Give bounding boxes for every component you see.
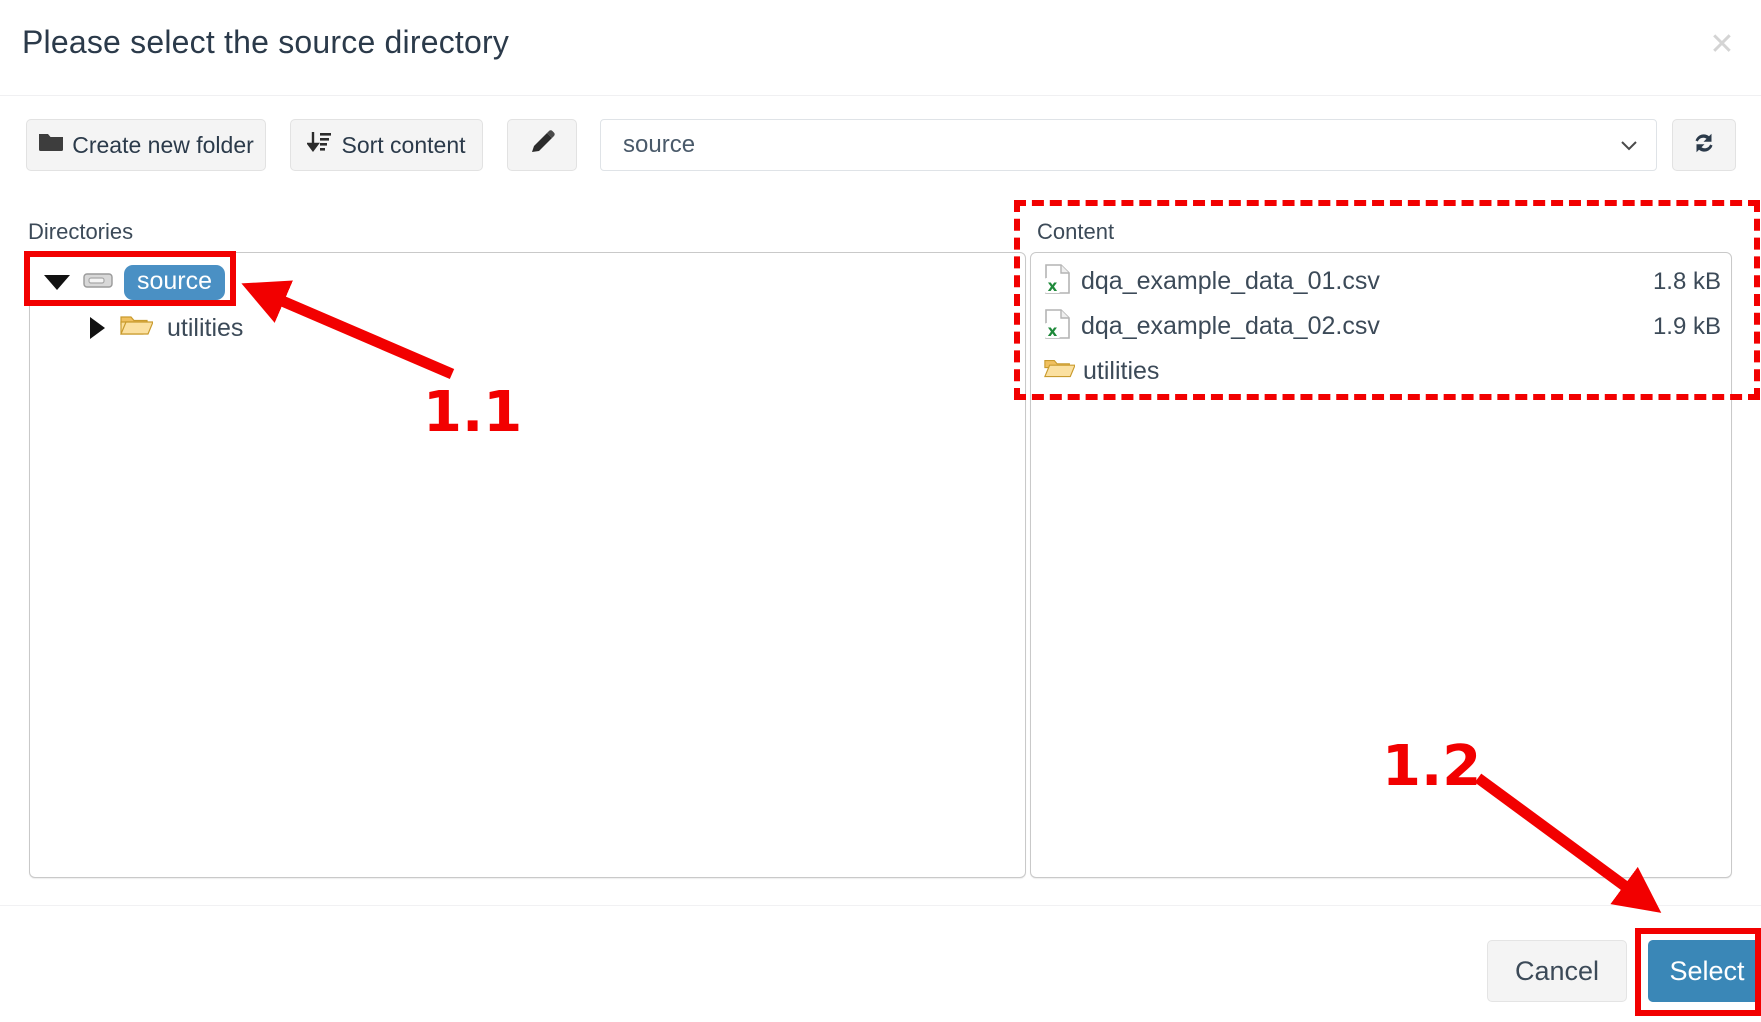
tree-node-utilities-label: utilities [167,313,244,342]
triangle-down-icon[interactable] [44,274,70,290]
directories-panel: source utilities [29,252,1026,878]
svg-text:x: x [1048,277,1058,295]
triangle-right-icon[interactable] [90,317,105,339]
tree-node-source-label: source [124,264,226,300]
refresh-icon [1689,128,1719,163]
footer-divider [0,905,1761,906]
chevron-down-icon[interactable] [1618,134,1640,156]
create-new-folder-button[interactable]: Create new folder [26,119,266,171]
file-name: dqa_example_data_02.csv [1081,312,1380,340]
content-list: x dqa_example_data_01.csv 1.8 kB x dqa_e… [1031,253,1731,394]
file-size: 1.8 kB [1652,267,1721,295]
folder-open-icon [1043,355,1076,388]
tree-node-utilities[interactable]: utilities [30,305,1025,351]
file-size: 1.9 kB [1652,312,1721,340]
file-chooser-dialog: Please select the source directory ✕ Cre… [0,0,1761,1022]
refresh-button[interactable] [1672,119,1736,171]
svg-text:x: x [1048,322,1058,340]
close-icon[interactable]: ✕ [1705,28,1739,62]
path-value: source [623,131,696,158]
page-title: Please select the source directory [22,24,510,60]
content-label: Content [1037,219,1115,244]
folder-name: utilities [1083,357,1160,385]
list-item[interactable]: x dqa_example_data_02.csv 1.9 kB [1031,304,1731,349]
sort-content-label: Sort content [341,131,466,158]
drive-icon [82,267,114,298]
path-dropdown[interactable]: source [600,119,1657,171]
folder-solid-icon [38,131,64,159]
cancel-button[interactable]: Cancel [1487,940,1627,1002]
dialog-header: Please select the source directory ✕ [0,0,1761,96]
list-item[interactable]: utilities [1031,349,1731,394]
file-name: dqa_example_data_01.csv [1081,267,1380,295]
content-panel: x dqa_example_data_01.csv 1.8 kB x dqa_e… [1030,252,1732,878]
csv-file-icon: x [1043,263,1073,300]
pencil-icon [528,128,556,162]
create-new-folder-label: Create new folder [72,131,254,158]
sort-descending-icon [306,130,333,160]
edit-path-button[interactable] [507,119,577,171]
sort-content-button[interactable]: Sort content [290,119,483,171]
tree-node-source[interactable]: source [30,259,1025,305]
toolbar: Create new folder Sort content source [0,96,1761,192]
csv-file-icon: x [1043,308,1073,345]
select-button[interactable]: Select [1648,940,1761,1002]
list-item[interactable]: x dqa_example_data_01.csv 1.8 kB [1031,259,1731,304]
folder-open-icon [119,312,154,345]
directories-label: Directories [28,219,134,244]
directory-tree: source utilities [30,253,1025,351]
